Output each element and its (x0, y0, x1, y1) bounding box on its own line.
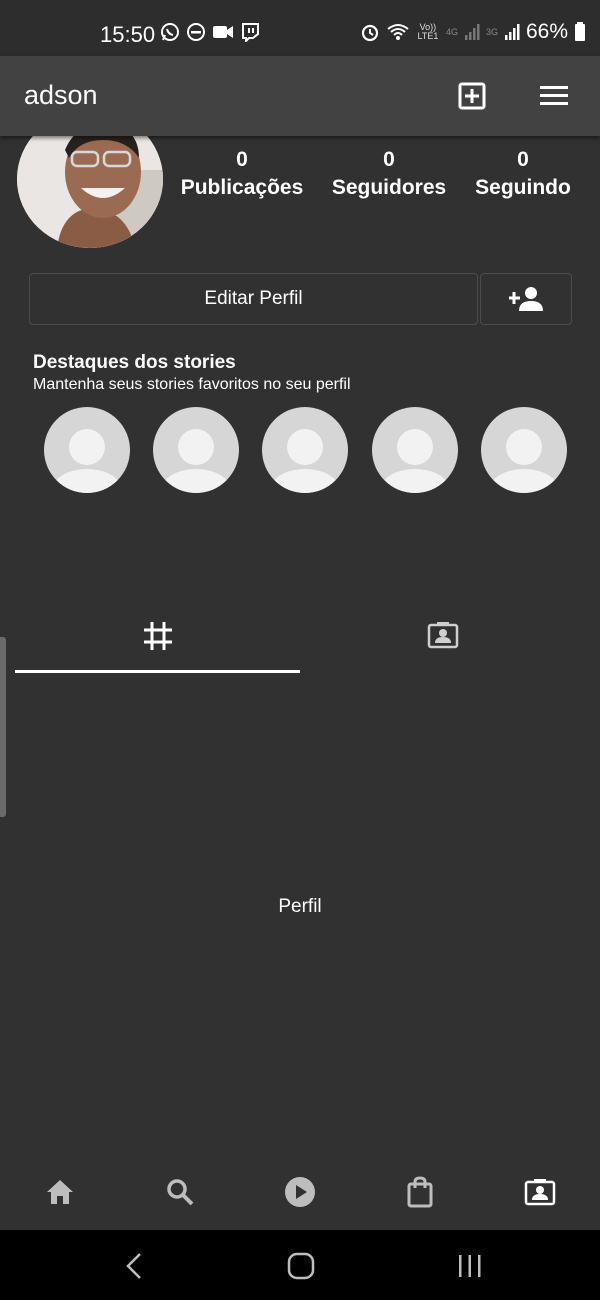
system-recents-button[interactable] (450, 1250, 490, 1282)
nav-profile[interactable] (520, 1172, 560, 1212)
home-icon (47, 1180, 73, 1204)
edit-profile-button[interactable]: Editar Perfil (29, 273, 478, 325)
highlight-placeholder[interactable] (262, 407, 348, 493)
nav-home[interactable] (40, 1172, 80, 1212)
network-3g-label: 3G (485, 26, 498, 37)
recents-icon (459, 1255, 481, 1277)
profile-username: adson (24, 80, 98, 110)
tab-posts-grid[interactable] (15, 620, 300, 674)
highlights-subtitle: Mantenha seus stories favoritos no seu p… (33, 376, 351, 393)
shopping-bag-icon (407, 1176, 433, 1208)
active-tab-indicator (15, 670, 300, 673)
menu-button[interactable] (540, 84, 568, 108)
highlights-title: Destaques dos stories (33, 352, 236, 373)
add-friend-button[interactable] (480, 273, 572, 325)
bottom-navigation (0, 1160, 600, 1230)
alarm-icon (361, 24, 379, 42)
battery-percent: 66% (525, 20, 568, 43)
person-add-icon (509, 287, 543, 311)
stat-following-value: 0 (517, 148, 529, 171)
system-back-button[interactable] (114, 1250, 154, 1282)
highlight-placeholder[interactable] (481, 407, 567, 493)
stat-posts-label: Publicações (180, 176, 304, 199)
content-placeholder-text: Perfil (278, 896, 322, 917)
system-home-button[interactable] (281, 1250, 321, 1282)
system-navigation-bar (0, 1230, 600, 1300)
signal-icon (464, 24, 480, 40)
twitch-icon (242, 23, 259, 42)
highlight-placeholder[interactable] (44, 407, 130, 493)
stat-followers-value: 0 (383, 148, 395, 171)
status-time: 15:50 (100, 22, 156, 47)
app-bar: adson (0, 56, 600, 136)
add-box-icon (458, 82, 486, 110)
whatsapp-icon (161, 23, 179, 41)
tab-tagged[interactable] (300, 620, 585, 674)
stat-followers[interactable]: 0 Seguidores (326, 148, 452, 200)
stat-posts-value: 0 (236, 148, 248, 171)
nav-shop[interactable] (400, 1172, 440, 1212)
search-icon (167, 1179, 194, 1206)
back-icon (126, 1253, 141, 1279)
person-placeholder-icon (53, 429, 121, 493)
home-icon (287, 1252, 315, 1280)
stat-followers-label: Seguidores (331, 176, 447, 199)
signal-icon-2 (504, 24, 520, 40)
wifi-icon (387, 24, 409, 40)
network-4g-label: 4G (445, 26, 458, 37)
volte-label: Vo)) LTE1 (417, 22, 439, 41)
video-icon (213, 26, 233, 38)
scroll-handle[interactable] (0, 637, 6, 817)
stat-posts[interactable]: 0 Publicações (176, 148, 308, 200)
notification-icons (160, 22, 260, 42)
person-placeholder-icon (381, 429, 449, 493)
person-placeholder-icon (271, 429, 339, 493)
system-status: Vo)) LTE1 4G 3G 66% (360, 20, 586, 44)
highlight-placeholder[interactable] (153, 407, 239, 493)
do-not-disturb-icon (187, 23, 205, 41)
portrait-icon (524, 1179, 556, 1206)
add-post-button[interactable] (458, 82, 486, 110)
stat-following[interactable]: 0 Seguindo (470, 148, 576, 200)
nav-reels[interactable] (280, 1172, 320, 1212)
stat-following-label: Seguindo (475, 176, 571, 199)
battery-icon (575, 22, 585, 41)
person-placeholder-icon (490, 429, 558, 493)
person-placeholder-icon (162, 429, 230, 493)
status-bar: 15:50 Vo)) LTE1 4G 3G 66% (0, 0, 600, 56)
play-icon (285, 1177, 315, 1207)
menu-icon (540, 86, 568, 105)
nav-search[interactable] (160, 1172, 200, 1212)
portrait-icon (427, 622, 458, 649)
highlight-placeholder[interactable] (372, 407, 458, 493)
grid-icon (143, 622, 172, 650)
